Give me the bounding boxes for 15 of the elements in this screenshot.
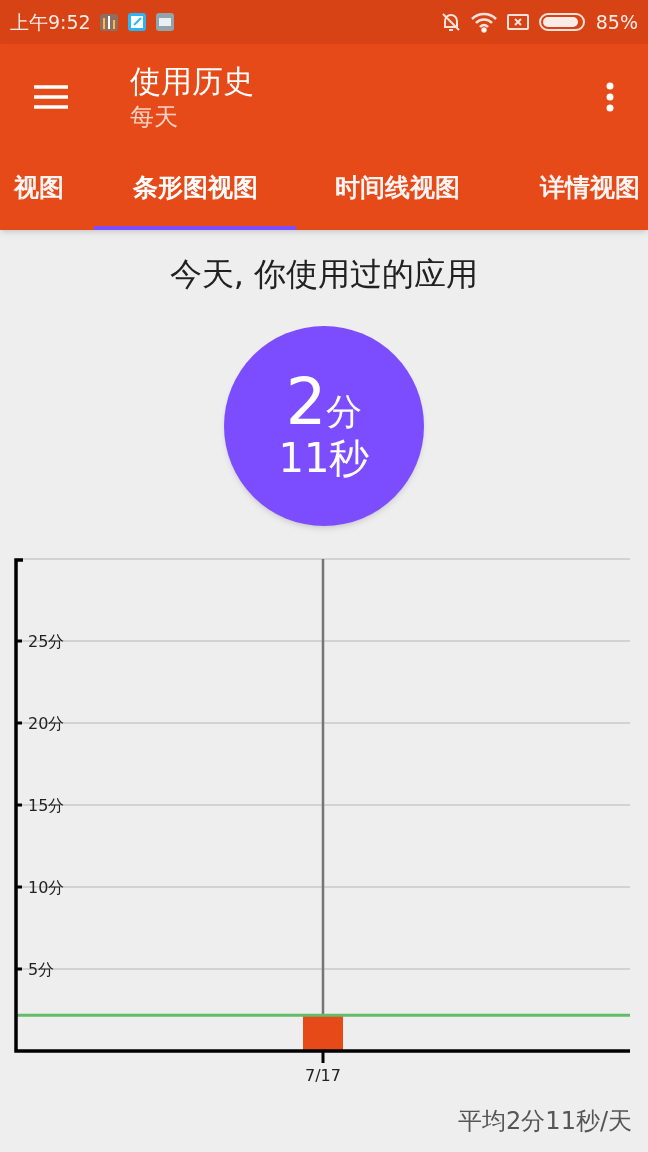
clock: 上午9:52 (10, 9, 91, 35)
toolbar-subtitle: 每天 (130, 102, 179, 133)
minutes-unit: 分 (326, 390, 363, 434)
toolbar-title: 使用历史 (130, 62, 255, 101)
y-tick-label: 10分 (28, 878, 65, 897)
x-tick-label: 7/17 (305, 1066, 341, 1085)
minutes-value: 2 (285, 370, 327, 434)
heading: 今天, 你使用过的应用 (168, 254, 480, 295)
average-text: 平均2分11秒/天 (458, 1106, 632, 1137)
y-tick-label: 15分 (28, 796, 65, 815)
y-tick-label: 5分 (28, 960, 55, 979)
battery-percent: 85% (595, 9, 638, 35)
y-tick-label: 25分 (28, 632, 65, 651)
y-tick-label: 20分 (28, 714, 65, 733)
seconds-value: 11秒 (278, 434, 370, 482)
